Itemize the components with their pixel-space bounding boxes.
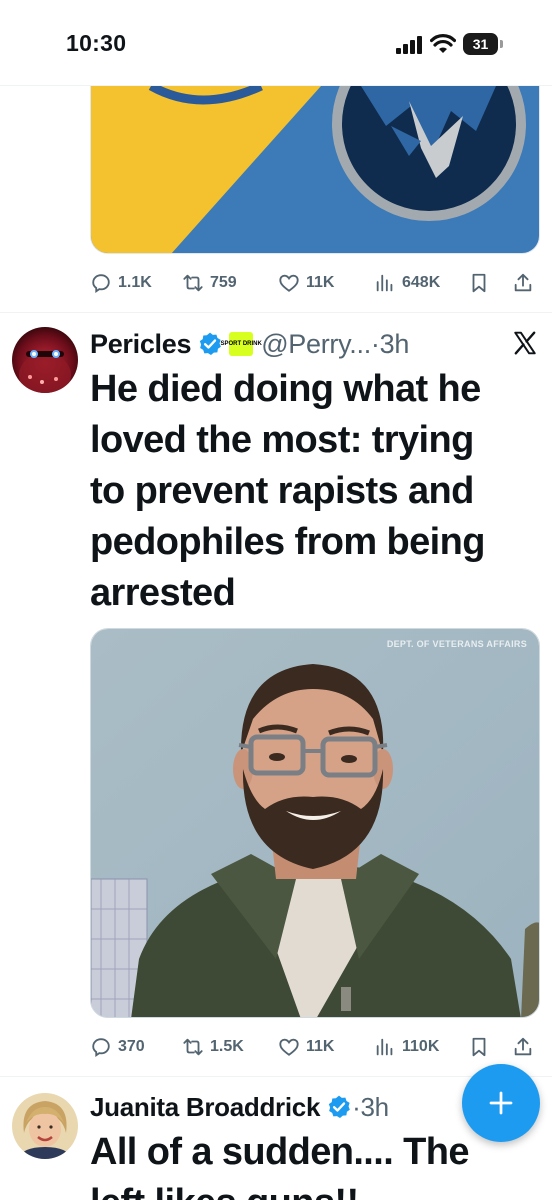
status-time: 10:30: [66, 30, 127, 56]
portrait-image: [91, 629, 539, 1017]
tweet-timestamp[interactable]: ·3h: [371, 329, 409, 360]
affiliate-badge[interactable]: SPORT DRINK: [221, 332, 262, 356]
bookmark-button[interactable]: [468, 272, 490, 294]
like-count: 11K: [306, 1038, 335, 1055]
like-button[interactable]: 11K: [278, 272, 334, 294]
verified-badge-icon: [328, 1095, 350, 1119]
tweet3-text: All of a sudden.... The left likes guns!…: [90, 1127, 540, 1200]
tweet-timestamp[interactable]: ·3h: [352, 1092, 389, 1123]
reply-button[interactable]: 1.1K: [90, 272, 152, 294]
tweet-text-line: left likes guns!!: [90, 1178, 540, 1200]
avatar-image: [12, 1093, 78, 1159]
reply-icon: [92, 274, 110, 293]
share-button[interactable]: [512, 272, 534, 294]
like-button[interactable]: 11K: [278, 1036, 334, 1058]
x-logo-icon: [514, 331, 536, 355]
tweet-text-line: He died doing what he: [90, 368, 481, 410]
heart-icon: [279, 1038, 299, 1056]
views-button[interactable]: 648K: [374, 272, 440, 294]
share-icon: [514, 273, 532, 292]
cellular-signal-icon: [396, 36, 422, 54]
tweet2-action-bar: 370 1.5K 11K 110K: [90, 1030, 540, 1064]
tweet-divider: [0, 1076, 552, 1077]
views-count: 110K: [402, 1038, 440, 1055]
plus-icon: [489, 1091, 513, 1115]
avatar-juanita-broaddrick[interactable]: [12, 1093, 78, 1159]
team-logos-image: [91, 86, 539, 253]
repost-button[interactable]: 759: [182, 272, 237, 294]
compose-button[interactable]: [462, 1064, 540, 1142]
avatar-image: [12, 327, 78, 393]
battery-level: 31: [463, 33, 498, 55]
tweet-text-line: loved the most: trying: [90, 419, 474, 461]
verified-badge-icon: [200, 332, 222, 356]
heart-icon: [279, 274, 299, 292]
tweet-photo[interactable]: DEPT. OF VETERANS AFFAIRS: [90, 628, 540, 1018]
tweet-text-line: All of a sudden.... The: [90, 1131, 470, 1173]
status-bar: 10:30 31: [0, 0, 552, 86]
views-icon: [376, 1038, 393, 1056]
bookmark-button[interactable]: [468, 1036, 490, 1058]
tweet-text-line: pedophiles from being: [90, 521, 485, 563]
bookmark-icon: [472, 1037, 486, 1057]
author-name[interactable]: Juanita Broaddrick: [90, 1092, 320, 1123]
repost-count: 759: [210, 274, 237, 291]
tweet-text-line: to prevent rapists and: [90, 470, 474, 512]
tweet2-text: He died doing what he loved the most: tr…: [90, 364, 540, 619]
repost-button[interactable]: 1.5K: [182, 1036, 244, 1058]
avatar-pericles[interactable]: [12, 327, 78, 393]
wifi-icon: [430, 34, 456, 53]
repost-icon: [183, 274, 203, 292]
photo-credit: DEPT. OF VETERANS AFFAIRS: [386, 639, 527, 649]
share-icon: [514, 1037, 532, 1056]
reply-button[interactable]: 370: [90, 1036, 145, 1058]
views-count: 648K: [402, 274, 441, 291]
author-name[interactable]: Pericles: [90, 329, 191, 360]
battery-icon: 31: [463, 33, 503, 55]
tweet-divider: [0, 312, 552, 313]
tweet2-header: Pericles SPORT DRINK @Perry... ·3h: [90, 326, 409, 362]
reply-icon: [92, 1038, 110, 1057]
repost-icon: [183, 1038, 203, 1056]
bookmark-icon: [472, 273, 486, 293]
tweet-text-line: arrested: [90, 572, 236, 614]
reply-count: 370: [118, 1038, 145, 1055]
tweet-media-logos[interactable]: [90, 86, 540, 254]
views-button[interactable]: 110K: [374, 1036, 439, 1058]
like-count: 11K: [306, 274, 335, 291]
share-button[interactable]: [512, 1036, 534, 1058]
tweet3-header: Juanita Broaddrick ·3h: [90, 1090, 389, 1124]
views-icon: [376, 274, 393, 292]
author-handle[interactable]: @Perry...: [261, 329, 371, 360]
repost-count: 1.5K: [210, 1038, 244, 1055]
tweet1-action-bar: 1.1K 759 11K 648K: [90, 266, 540, 300]
reply-count: 1.1K: [118, 274, 152, 291]
